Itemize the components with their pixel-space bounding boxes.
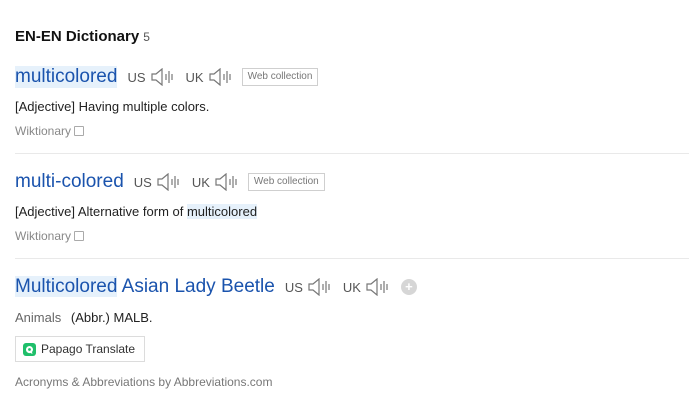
papago-icon [23, 342, 36, 356]
source-credit[interactable]: Acronyms & Abbreviations by Abbreviation… [15, 375, 689, 389]
headword-row: Multicolored Asian Lady Beetle US UK + [15, 274, 689, 300]
web-collection-badge[interactable]: Web collection [241, 68, 319, 86]
uk-pronunciation[interactable]: UK [343, 278, 391, 296]
web-collection-badge[interactable]: Web collection [247, 173, 325, 191]
speaker-icon[interactable] [307, 278, 333, 296]
dictionary-entry: multicolored US UK Web collection [Adjec… [15, 64, 689, 138]
divider [15, 153, 689, 154]
headword-link[interactable]: Multicolored Asian Lady Beetle [15, 276, 275, 298]
papago-translate-label: Papago Translate [41, 342, 136, 356]
dictionary-entry: Multicolored Asian Lady Beetle US UK + A… [15, 274, 689, 389]
source-label[interactable]: Wiktionary [15, 124, 71, 138]
source-label[interactable]: Wiktionary [15, 229, 71, 243]
us-label: US [127, 69, 146, 85]
headword-highlight: Multicolored [15, 276, 118, 297]
section-title: EN-EN Dictionary 5 [15, 28, 150, 45]
result-count: 5 [143, 30, 150, 44]
uk-label: UK [191, 174, 210, 190]
category-label: Animals [15, 310, 62, 325]
definition: [Adjective] Having multiple colors. [15, 99, 210, 114]
speaker-icon[interactable] [214, 173, 240, 191]
uk-label: UK [185, 69, 204, 85]
speaker-icon[interactable] [150, 68, 176, 86]
uk-label: UK [342, 279, 361, 295]
definition-text: [Adjective] Alternative form of [15, 204, 187, 219]
uk-pronunciation[interactable]: UK [192, 173, 240, 191]
headword-row: multi-colored US UK Web collection [15, 169, 689, 195]
section-title-text: EN-EN Dictionary [15, 28, 140, 45]
definition-link[interactable]: multicolored [186, 204, 258, 219]
headword-row: multicolored US UK Web collection [15, 64, 689, 90]
us-pronunciation[interactable]: US [134, 173, 182, 191]
papago-translate-button[interactable]: Papago Translate [15, 336, 146, 362]
meaning-row: Animals (Abbr.) MALB. [15, 310, 689, 325]
us-pronunciation[interactable]: US [285, 278, 333, 296]
us-label: US [284, 279, 303, 295]
headword-link[interactable]: multi-colored [15, 171, 124, 193]
speaker-icon[interactable] [208, 68, 234, 86]
speaker-icon[interactable] [365, 278, 391, 296]
us-pronunciation[interactable]: US [127, 68, 175, 86]
headword-rest: Asian Lady Beetle [117, 276, 275, 297]
meaning-text: (Abbr.) MALB. [70, 310, 153, 325]
dictionary-entry: multi-colored US UK Web collection [Adje… [15, 169, 689, 243]
divider [15, 258, 689, 259]
source-row[interactable]: Wiktionary [15, 229, 689, 243]
definition: [Adjective] Alternative form of multicol… [15, 204, 689, 219]
external-link-icon[interactable] [74, 126, 85, 136]
speaker-icon[interactable] [156, 173, 182, 191]
us-label: US [133, 174, 152, 190]
headword-link[interactable]: multicolored [15, 66, 118, 88]
external-link-icon[interactable] [74, 231, 85, 241]
add-wordbook-button[interactable]: + [400, 279, 417, 295]
source-row[interactable]: Wiktionary [15, 124, 689, 138]
uk-pronunciation[interactable]: UK [186, 68, 234, 86]
